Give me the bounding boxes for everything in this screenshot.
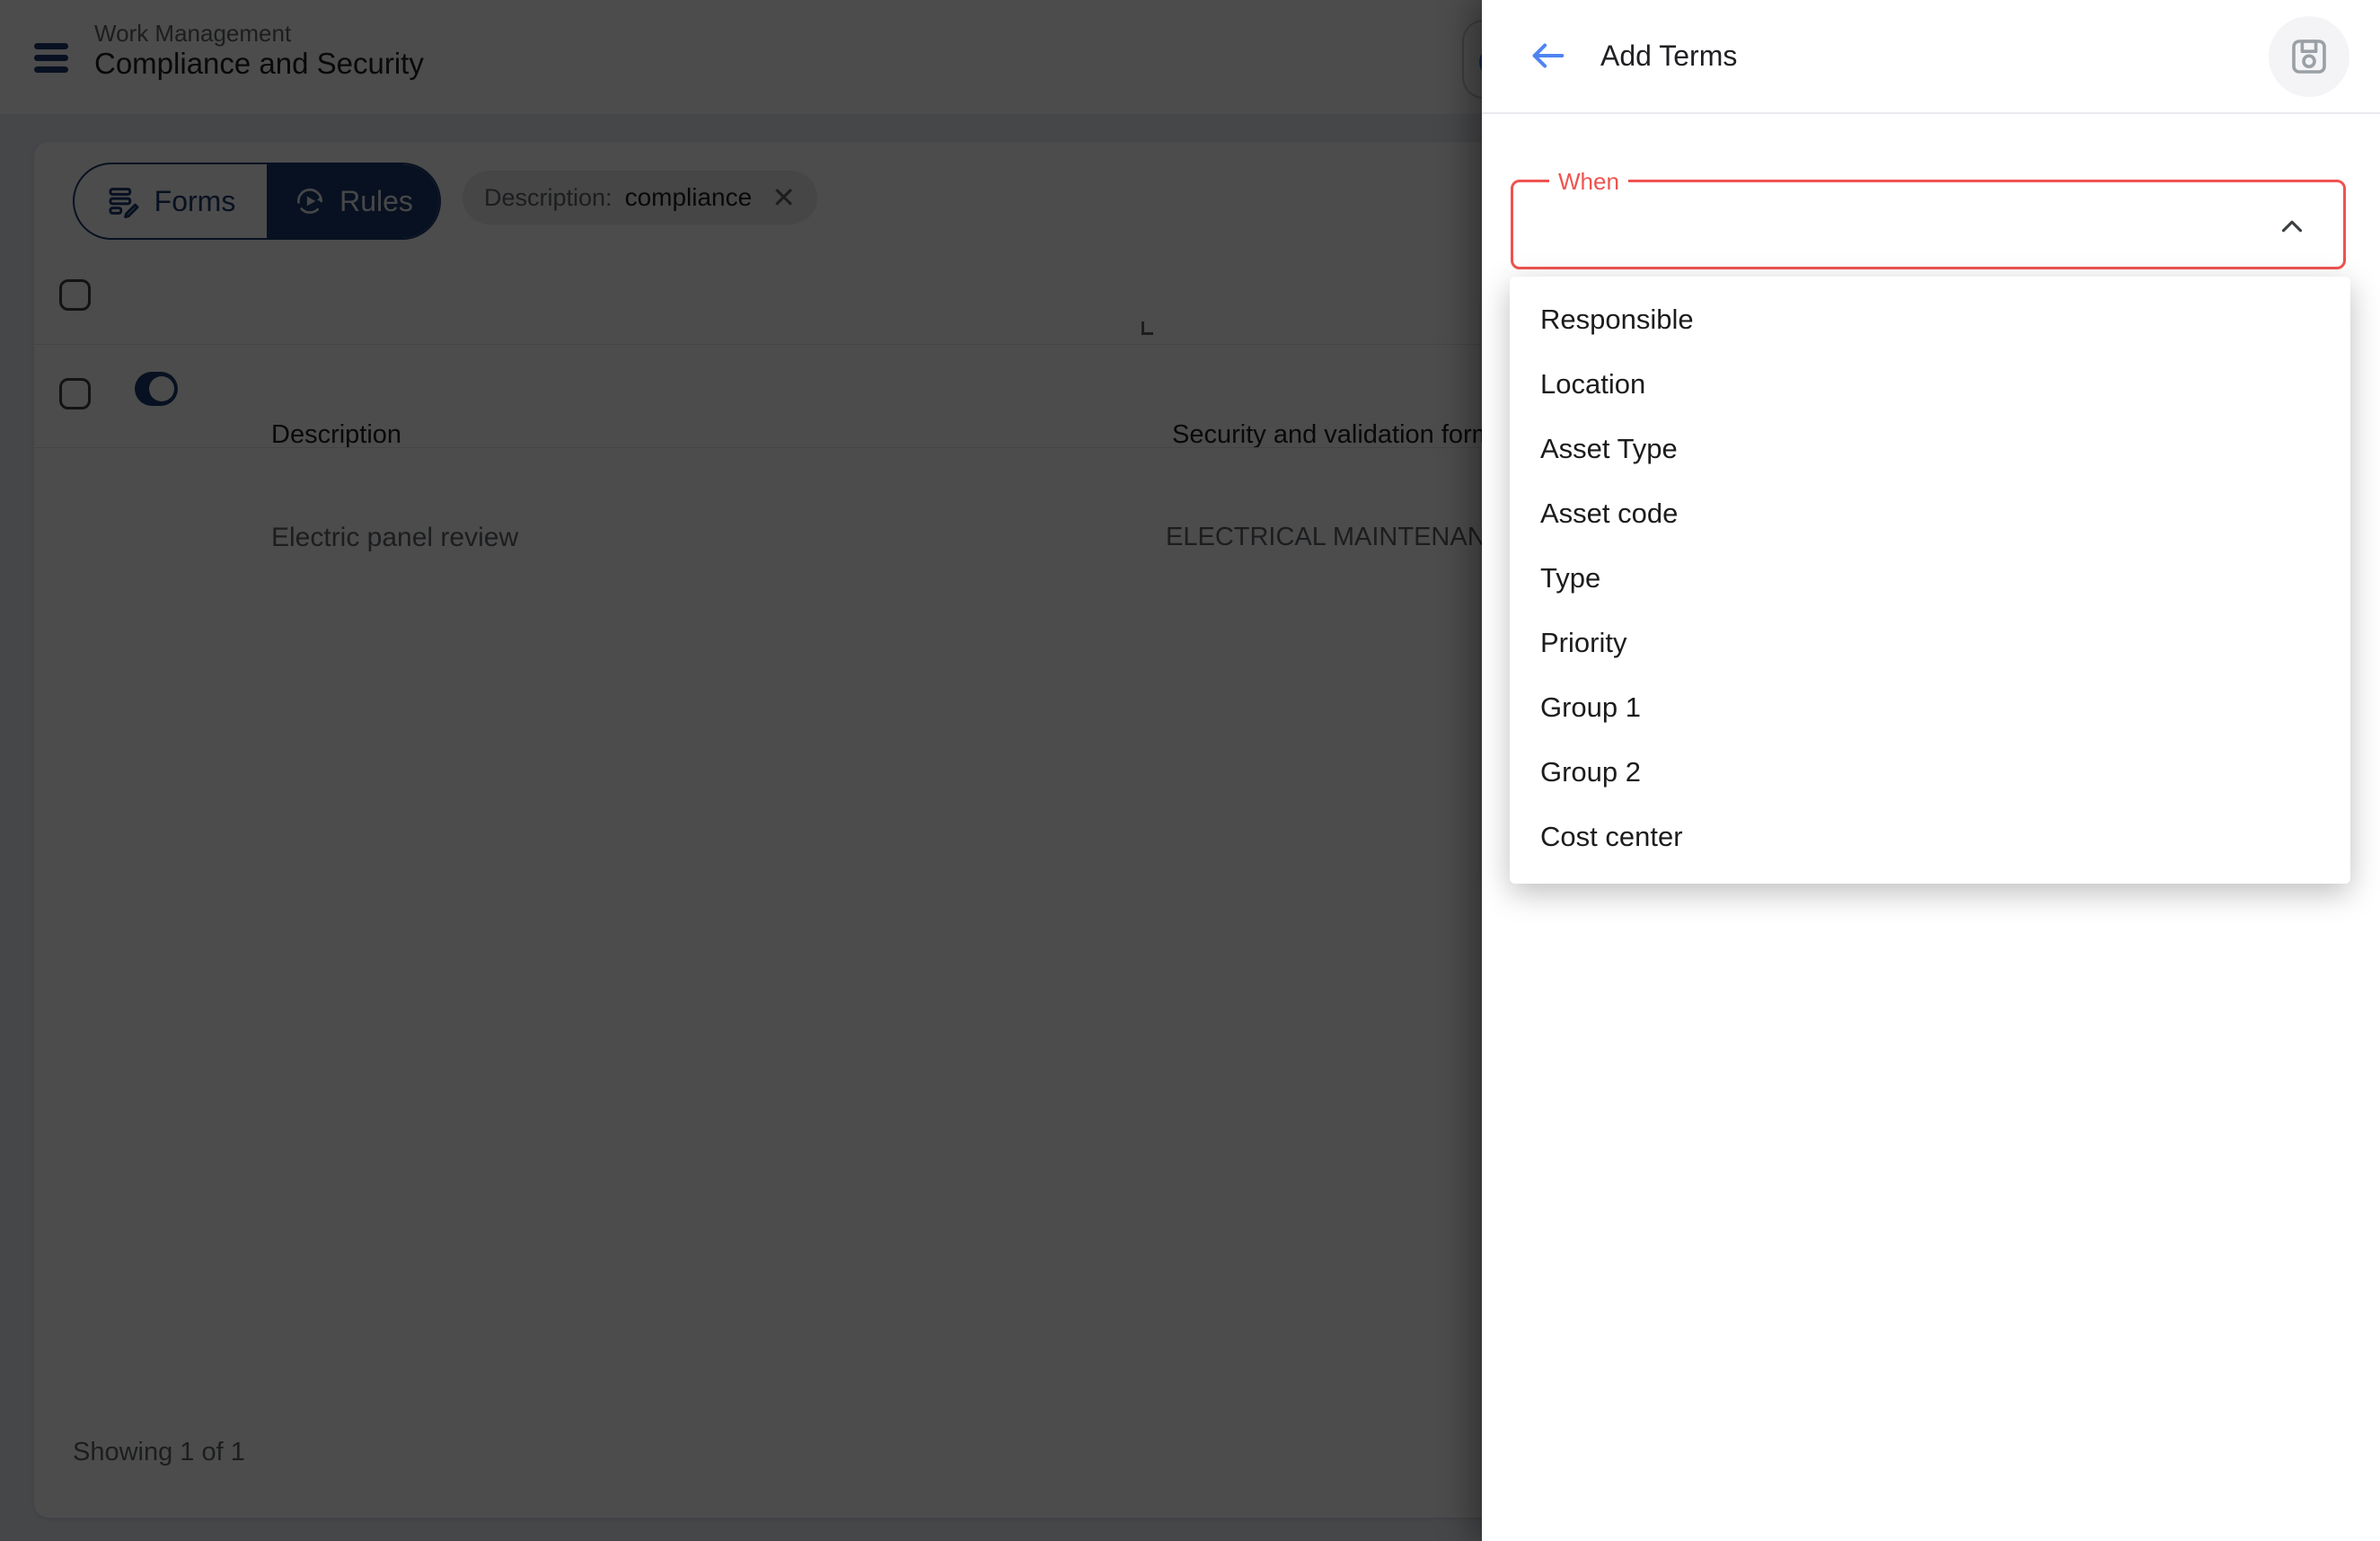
menu-item-responsible[interactable]: Responsible: [1510, 287, 2350, 352]
menu-item-asset-type[interactable]: Asset Type: [1510, 417, 2350, 481]
chevron-up-icon: [2275, 209, 2309, 243]
menu-item-group-2[interactable]: Group 2: [1510, 740, 2350, 805]
save-button[interactable]: [2269, 16, 2349, 97]
menu-item-cost-center[interactable]: Cost center: [1510, 805, 2350, 869]
arrow-left-icon: [1527, 35, 1568, 76]
save-icon: [2287, 35, 2331, 78]
when-select[interactable]: When: [1511, 180, 2346, 269]
when-options-menu: Responsible Location Asset Type Asset co…: [1510, 277, 2350, 884]
back-button[interactable]: [1525, 34, 1570, 79]
menu-item-location[interactable]: Location: [1510, 352, 2350, 417]
panel-header-divider: [1482, 112, 2380, 114]
app-root: Work Management Compliance and Security: [0, 0, 2380, 1541]
menu-item-type[interactable]: Type: [1510, 546, 2350, 611]
menu-item-priority[interactable]: Priority: [1510, 611, 2350, 675]
menu-item-asset-code[interactable]: Asset code: [1510, 481, 2350, 546]
when-select-label: When: [1549, 168, 1628, 196]
panel-title: Add Terms: [1600, 40, 1737, 73]
add-terms-panel: Add Terms When Responsible Location A: [1482, 0, 2380, 1541]
menu-item-group-1[interactable]: Group 1: [1510, 675, 2350, 740]
